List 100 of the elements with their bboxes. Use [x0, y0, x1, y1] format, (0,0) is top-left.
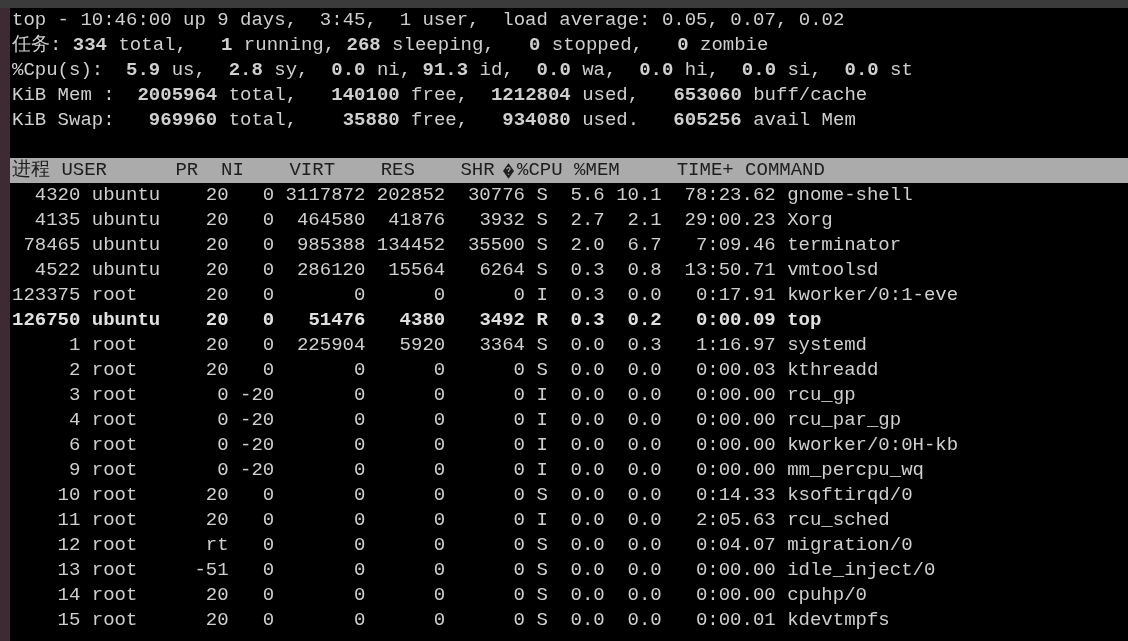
table-cell-text: 1:16.97 — [694, 333, 776, 358]
table-cell-text: root — [91, 508, 139, 533]
table-cell-text: root — [91, 408, 139, 433]
table-cell-text: 0.0 — [626, 608, 662, 633]
table-cell-text: kdevtmpfs — [787, 608, 891, 633]
table-cell-text: 0.0 — [569, 383, 605, 408]
table-cell-text: 20 — [204, 333, 229, 358]
table-cell-text: kworker/0:0H-kb — [787, 433, 960, 458]
table-cell-text: 0.3 — [569, 283, 605, 308]
table-cell-text: 0 — [432, 508, 446, 533]
table-cell-text: 4380 — [398, 308, 446, 333]
table-cell-text: 0 — [261, 533, 275, 558]
table-cell-text: 41876 — [387, 208, 446, 233]
column-headings: %CPU %MEM TIME+ COMMAND — [517, 158, 825, 183]
table-cell: S — [536, 583, 548, 608]
table-cell-text: 0.0 — [626, 508, 662, 533]
table-cell-text: 4 — [68, 408, 81, 433]
table-cell-text: 3492 — [478, 308, 525, 333]
table-cell-text: 10 — [56, 483, 81, 508]
table-cell-text: 0.0 — [569, 433, 605, 458]
table-cell: I — [536, 433, 548, 458]
table-cell-text: rcu_par_gp — [787, 408, 903, 433]
table-cell-text: 985388 — [295, 233, 366, 258]
table-cell-text: 12 — [56, 533, 81, 558]
table-cell-text: 225904 — [295, 333, 366, 358]
table-cell-text: 0 — [353, 458, 366, 483]
table-cell-text: 0.0 — [569, 458, 605, 483]
table-cell-text: 0 — [432, 583, 446, 608]
table-cell-text: 0:00.00 — [694, 383, 776, 408]
table-cell: -51 — [194, 558, 229, 583]
table-cell-text: 9 — [68, 458, 81, 483]
table-cell-text: 0.8 — [626, 258, 662, 283]
table-cell-text: migration/0 — [787, 533, 914, 558]
table-cell-text: idle_inject/0 — [787, 558, 937, 583]
table-cell-text: 0:17.91 — [694, 283, 776, 308]
table-cell-text: 0.0 — [569, 408, 605, 433]
table-cell-text: 3364 — [478, 333, 525, 358]
table-cell-text: 0 — [353, 558, 366, 583]
table-cell-text: 0 — [512, 458, 525, 483]
table-cell-text: 0.0 — [626, 533, 662, 558]
table-cell-text: 0 — [216, 433, 229, 458]
table-cell-text: 0 — [353, 283, 366, 308]
table-cell-text: 0 — [512, 508, 525, 533]
table-cell-text: 0 — [261, 233, 275, 258]
table-cell-text: 0 — [261, 508, 275, 533]
table-cell-text: 0.0 — [626, 458, 662, 483]
table-cell-text: 0:00.00 — [694, 458, 776, 483]
table-cell-text: 0 — [261, 558, 275, 583]
table-cell-text: 0 — [353, 608, 366, 633]
table-cell-text: 0 — [353, 408, 366, 433]
table-cell-text: 0 — [512, 383, 525, 408]
table-cell-text: 15564 — [387, 258, 446, 283]
table-cell-text: 20 — [204, 358, 229, 383]
table-cell-text: 20 — [204, 183, 229, 208]
table-cell-text: ubuntu — [91, 308, 162, 333]
table-cell-text: 0 — [432, 408, 446, 433]
table-cell-text: 15 — [56, 608, 81, 633]
table-cell: I — [536, 383, 548, 408]
table-cell-text: 0 — [432, 558, 446, 583]
table-cell: S — [536, 608, 548, 633]
table-cell-text: 0 — [261, 583, 275, 608]
table-cell-text: 0 — [512, 583, 525, 608]
table-cell-text: 4135 — [33, 208, 81, 233]
table-cell: I — [536, 508, 548, 533]
table-cell-text: 1 — [68, 333, 81, 358]
table-cell-text: 0:04.07 — [694, 533, 776, 558]
table-cell: S — [536, 558, 548, 583]
table-cell-text: root — [91, 283, 139, 308]
table-cell-text: 0 — [512, 283, 525, 308]
table-cell-text: 0:00.00 — [694, 583, 776, 608]
table-cell-text: root — [91, 533, 139, 558]
table-cell-text: root — [91, 558, 139, 583]
table-cell-text: mm_percpu_wq — [787, 458, 925, 483]
table-cell-text: 0 — [261, 333, 275, 358]
table-cell-text: cpuhp/0 — [787, 583, 868, 608]
table-cell-text: 0:00.00 — [694, 558, 776, 583]
table-cell-text: 2.0 — [569, 233, 605, 258]
table-cell-text: 0:14.33 — [694, 483, 776, 508]
table-cell-text: kthreadd — [787, 358, 880, 383]
table-cell: -20 — [240, 458, 275, 483]
table-cell-text: 0 — [261, 308, 275, 333]
table-cell-text: 0 — [261, 358, 275, 383]
table-cell-text: 0 — [512, 358, 525, 383]
table-cell-text: 0.0 — [626, 358, 662, 383]
table-cell-text: 0.0 — [626, 383, 662, 408]
table-cell-text: 0 — [512, 408, 525, 433]
table-cell-text: root — [91, 483, 139, 508]
table-cell-text: 6 — [68, 433, 81, 458]
table-cell-text: root — [91, 458, 139, 483]
table-cell-text: ubuntu — [91, 233, 162, 258]
table-cell-text: 20 — [204, 483, 229, 508]
table-cell-text: 11 — [56, 508, 81, 533]
table-cell: -20 — [240, 408, 275, 433]
table-cell-text: 20 — [204, 258, 229, 283]
table-cell-text: 0 — [353, 483, 366, 508]
table-cell-text: 30776 — [466, 183, 525, 208]
table-cell-text: 0 — [432, 383, 446, 408]
table-cell-text: 0.0 — [569, 608, 605, 633]
table-cell-text: root — [91, 383, 139, 408]
table-cell-text: 5.6 — [569, 183, 605, 208]
